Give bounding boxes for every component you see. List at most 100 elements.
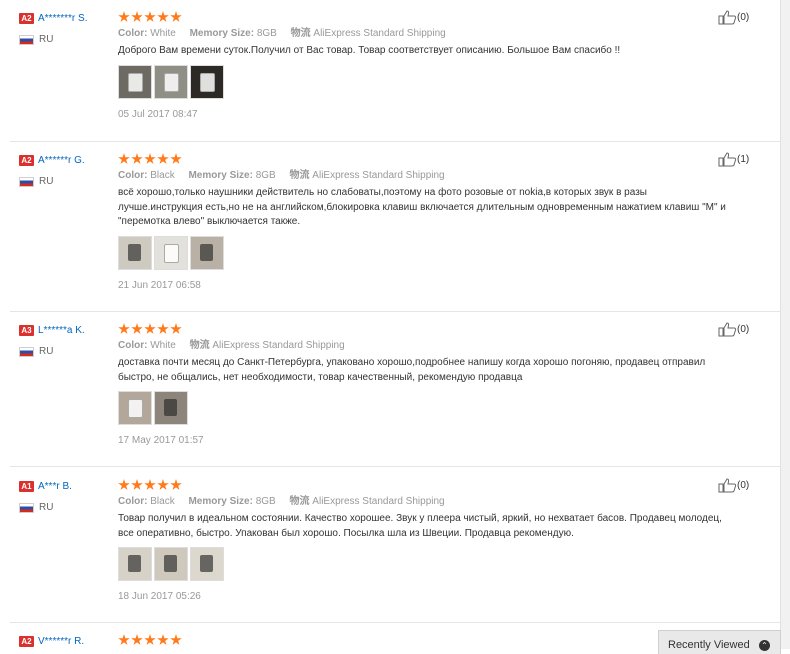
review-text: доставка почти месяц до Санкт-Петербурга… xyxy=(118,357,706,383)
review-date: 18 Jun 2017 05:26 xyxy=(118,591,201,602)
shipping-method: AliExpress Standard Shipping xyxy=(212,340,345,351)
review-divider xyxy=(10,141,780,142)
review-photo-thumbnail[interactable] xyxy=(118,547,152,581)
buyer-level-badge: A2 xyxy=(19,13,34,25)
star-icon xyxy=(144,634,156,645)
reviewer-country: RU xyxy=(19,346,111,360)
color-value: Black xyxy=(150,170,175,181)
star-icon xyxy=(170,323,182,334)
russia-flag-icon xyxy=(19,502,34,513)
thumbs-up-icon[interactable] xyxy=(718,478,737,493)
review-divider xyxy=(10,466,780,467)
star-icon xyxy=(170,11,182,22)
country-code: RU xyxy=(39,34,54,45)
review-content xyxy=(118,633,718,647)
reviewer-country: RU xyxy=(19,502,111,516)
reviewer-name[interactable]: A*******r S. xyxy=(38,13,87,24)
review-divider xyxy=(10,622,780,623)
order-attributes: Color: Black Memory Size: 8GB 物流 AliExpr… xyxy=(118,169,718,183)
memory-size-label: Memory Size: xyxy=(188,496,253,507)
reviewer-info: A2 V******r R. xyxy=(19,633,111,651)
star-icon xyxy=(131,634,143,645)
helpful-vote[interactable]: (0) xyxy=(718,322,749,337)
star-icon xyxy=(131,323,143,334)
reviewer-name[interactable]: A******r G. xyxy=(38,155,85,166)
reviewer-name[interactable]: V******r R. xyxy=(38,636,84,647)
review-photo-thumbnail[interactable] xyxy=(118,235,152,270)
review-photo-thumbnail[interactable] xyxy=(190,547,224,581)
star-icon xyxy=(118,323,130,334)
helpful-vote[interactable]: (0) xyxy=(718,10,749,25)
reviewer-name[interactable]: L******a K. xyxy=(38,325,85,336)
review-text: Товар получил в идеальном состоянии. Кач… xyxy=(118,513,722,539)
thumbs-up-icon[interactable] xyxy=(718,152,737,167)
star-icon xyxy=(118,153,130,164)
logistics-label: 物流 xyxy=(290,28,311,39)
shipping-method: AliExpress Standard Shipping xyxy=(313,28,446,39)
color-value: Black xyxy=(150,496,175,507)
review-photo-thumbnail[interactable] xyxy=(154,547,188,581)
star-icon xyxy=(144,323,156,334)
review-photos xyxy=(118,391,718,425)
star-icon xyxy=(118,634,130,645)
color-label: Color: xyxy=(118,496,148,507)
logistics-label: 物流 xyxy=(189,340,210,351)
shipping-method: AliExpress Standard Shipping xyxy=(312,170,445,181)
star-icon xyxy=(144,11,156,22)
reviewer-info: A2 A******r G. RU xyxy=(19,152,111,190)
recently-viewed-button[interactable]: Recently Viewed ⌃ xyxy=(658,630,781,654)
review-photo-thumbnail[interactable] xyxy=(154,64,188,99)
order-attributes: Color: White Memory Size: 8GB 物流 AliExpr… xyxy=(118,27,718,41)
page-scrollbar[interactable] xyxy=(780,0,790,649)
star-icon xyxy=(144,479,156,490)
helpful-count: (0) xyxy=(737,480,750,491)
review-photos xyxy=(118,547,718,581)
color-label: Color: xyxy=(118,170,148,181)
recently-viewed-label: Recently Viewed xyxy=(668,639,750,651)
star-icon xyxy=(157,153,169,164)
review-photo-thumbnail[interactable] xyxy=(154,391,188,425)
star-rating xyxy=(118,152,718,166)
color-value: White xyxy=(150,340,176,351)
order-attributes: Color: Black Memory Size: 8GB 物流 AliExpr… xyxy=(118,495,718,509)
color-label: Color: xyxy=(118,28,148,39)
review-date: 17 May 2017 01:57 xyxy=(118,435,204,446)
review-text: Доброго Вам времени суток.Получил от Вас… xyxy=(118,45,621,56)
review-photo-thumbnail[interactable] xyxy=(118,64,152,99)
buyer-level-badge: A3 xyxy=(19,325,34,337)
reviewer-country: RU xyxy=(19,34,111,48)
feedback-list: A2 A*******r S. RU Color: White Memory Si… xyxy=(0,0,780,649)
buyer-level-badge: A2 xyxy=(19,155,34,167)
review-content: Color: Black Memory Size: 8GB 物流 AliExpr… xyxy=(118,478,722,602)
order-attributes: Color: White 物流 AliExpress Standard Ship… xyxy=(118,339,718,353)
star-icon xyxy=(170,634,182,645)
star-icon xyxy=(157,11,169,22)
review-photos xyxy=(118,64,718,99)
chevron-up-icon: ⌃ xyxy=(759,640,770,651)
reviewer-info: A3 L******a K. RU xyxy=(19,322,111,360)
reviewer-name[interactable]: A***r B. xyxy=(38,481,72,492)
helpful-count: (0) xyxy=(737,324,750,335)
star-icon xyxy=(144,153,156,164)
thumbs-up-icon[interactable] xyxy=(718,322,737,337)
review-date: 05 Jul 2017 08:47 xyxy=(118,108,198,120)
helpful-count: (0) xyxy=(737,12,750,23)
memory-size-label: Memory Size: xyxy=(188,170,253,181)
country-code: RU xyxy=(39,346,54,357)
review-photo-thumbnail[interactable] xyxy=(190,235,224,270)
review-photo-thumbnail[interactable] xyxy=(190,64,224,99)
star-icon xyxy=(170,153,182,164)
russia-flag-icon xyxy=(19,176,34,187)
review-photo-thumbnail[interactable] xyxy=(118,391,152,425)
memory-size-value: 8GB xyxy=(255,496,276,507)
russia-flag-icon xyxy=(19,346,34,357)
helpful-vote[interactable]: (0) xyxy=(718,478,749,493)
review-text: всё хорошо,только наушники действитель н… xyxy=(118,187,726,227)
star-icon xyxy=(170,479,182,490)
logistics-label: 物流 xyxy=(289,170,310,181)
star-icon xyxy=(131,11,143,22)
memory-size-value: 8GB xyxy=(255,170,276,181)
helpful-vote[interactable]: (1) xyxy=(718,152,749,167)
thumbs-up-icon[interactable] xyxy=(718,10,737,25)
review-photo-thumbnail[interactable] xyxy=(154,235,188,270)
